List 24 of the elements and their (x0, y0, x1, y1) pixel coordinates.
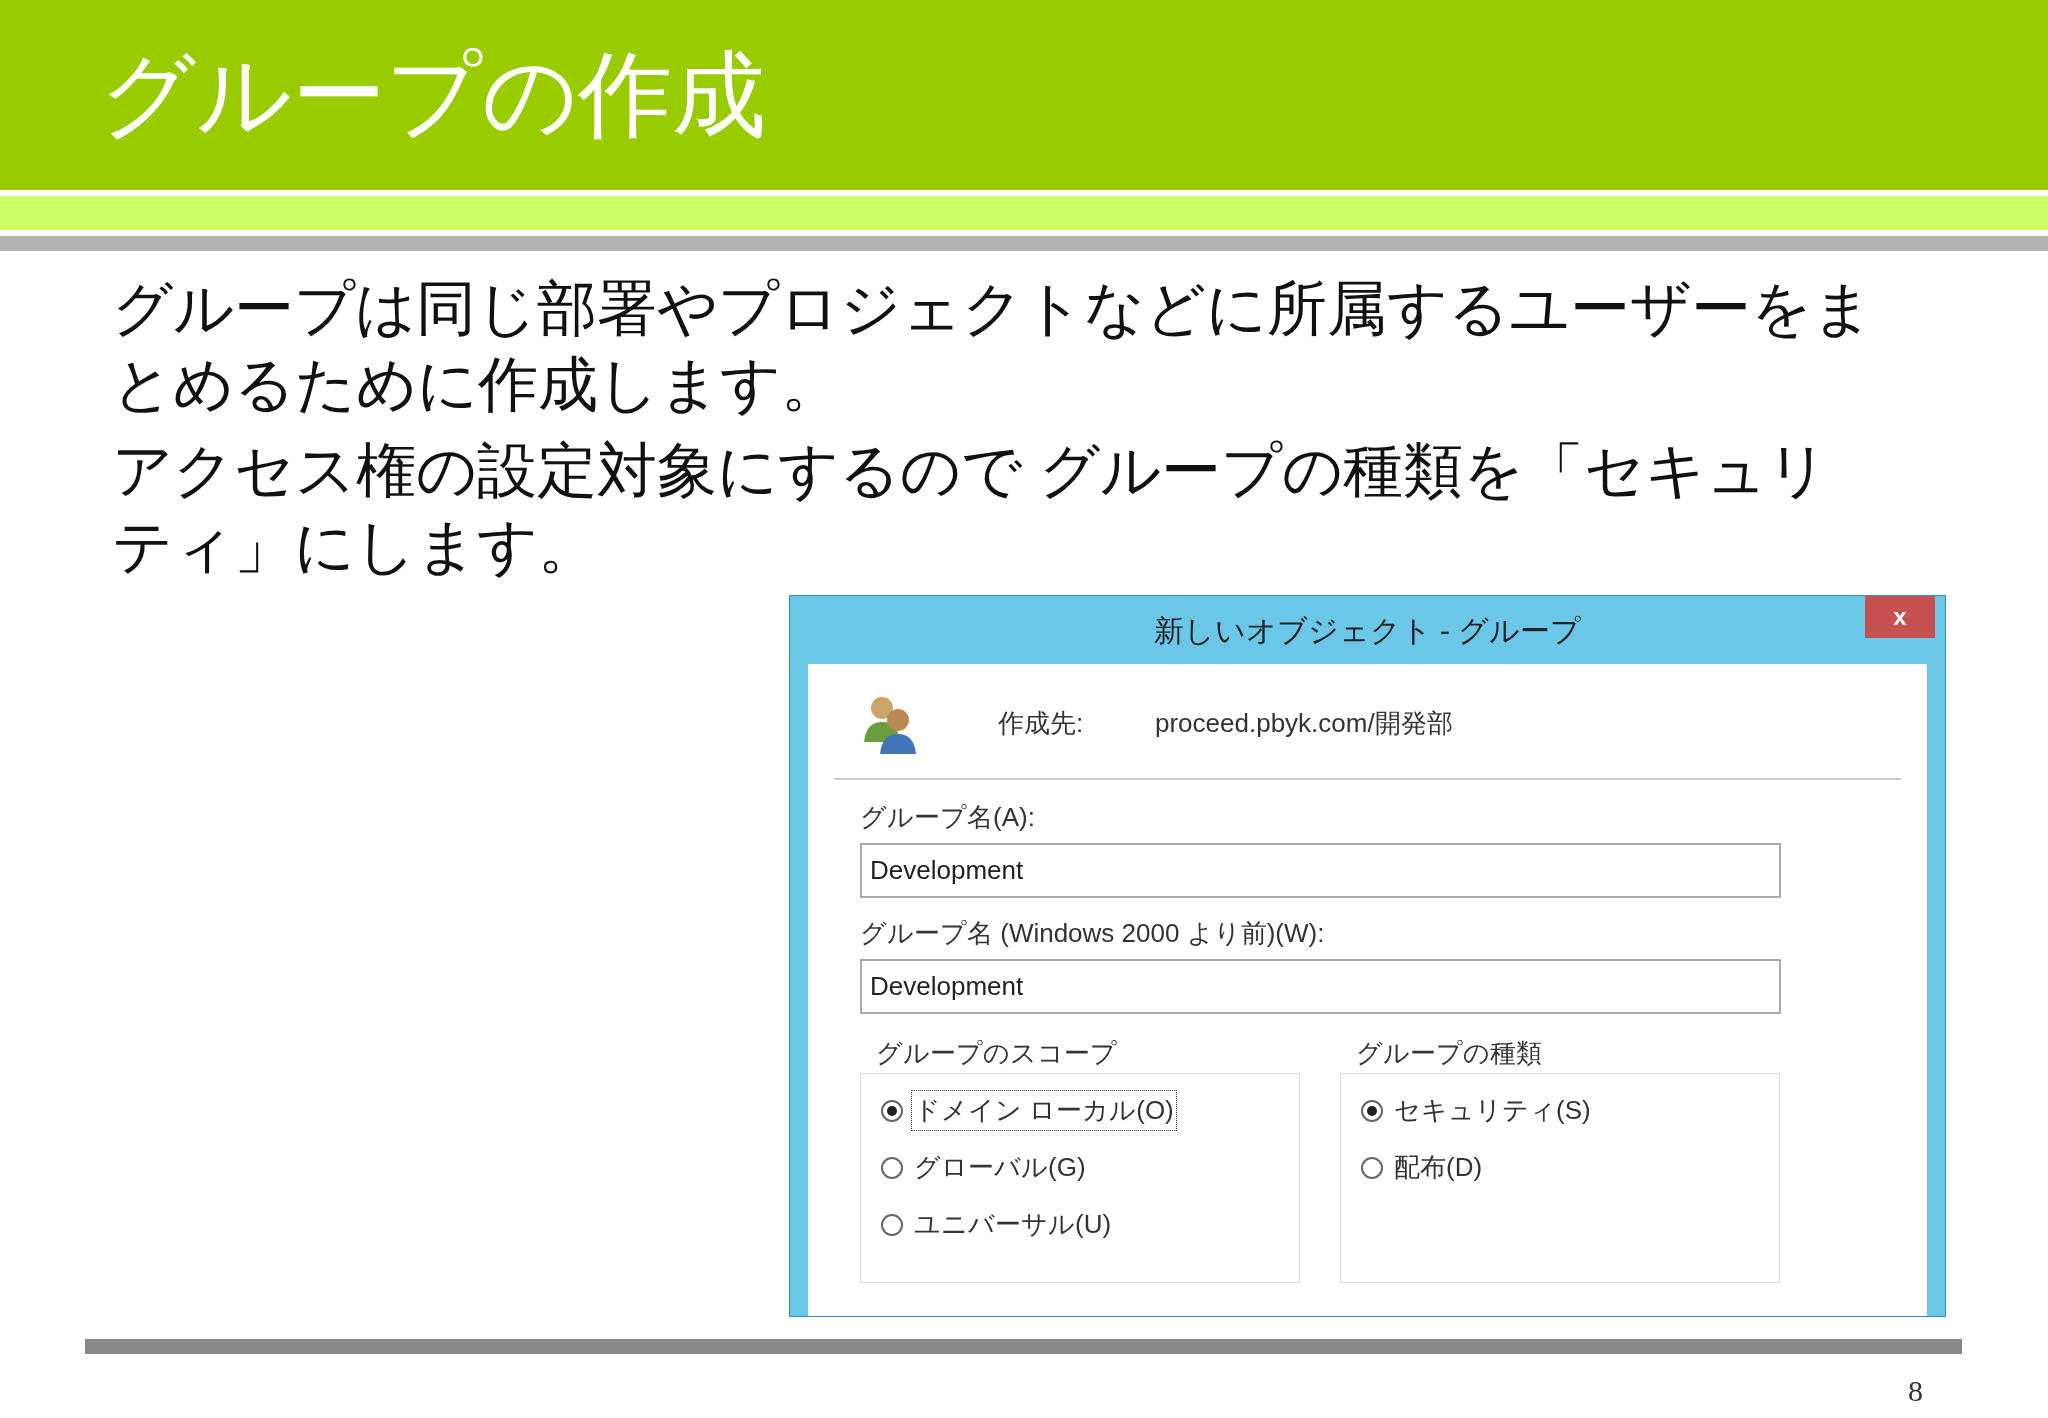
dialog-title: 新しいオブジェクト - グループ (1153, 612, 1582, 649)
page-number: 8 (1908, 1373, 1923, 1409)
group-title: グループのスコープ (876, 1037, 1118, 1070)
radio-button[interactable] (881, 1213, 903, 1236)
body-paragraph: アクセス権の設定対象にするので グループの種類を「セキュリティ」にします。 (112, 436, 1829, 582)
body-paragraph: グループは同じ部署やプロジェクトなどに所属するユーザーをまとめるために作成します。 (112, 274, 1874, 420)
radio-label[interactable]: ユニバーサル(U) (911, 1204, 1115, 1245)
slide-title: グループの作成 (100, 48, 766, 142)
radio-label[interactable]: 配布(D) (1391, 1147, 1486, 1188)
radio-label[interactable]: セキュリティ(S) (1391, 1090, 1594, 1131)
field-label: グループ名(A): (860, 801, 1036, 834)
radio-button[interactable] (881, 1156, 903, 1179)
text-field[interactable]: Development (860, 959, 1781, 1014)
radio-button[interactable] (881, 1099, 903, 1122)
radio-label[interactable]: グローバル(G) (911, 1147, 1089, 1188)
text-field[interactable]: Development (860, 843, 1781, 898)
group-title: グループの種類 (1356, 1037, 1543, 1070)
create-in-path: proceed.pbyk.com/開発部 (1155, 706, 1453, 740)
radio-button[interactable] (1361, 1099, 1383, 1122)
create-in-label: 作成先: (998, 706, 1085, 740)
field-label: グループ名 (Windows 2000 より前)(W): (860, 917, 1326, 950)
close-button[interactable]: x (1865, 596, 1935, 638)
radio-label[interactable]: ドメイン ローカル(O) (911, 1090, 1177, 1131)
radio-button[interactable] (1361, 1156, 1383, 1179)
